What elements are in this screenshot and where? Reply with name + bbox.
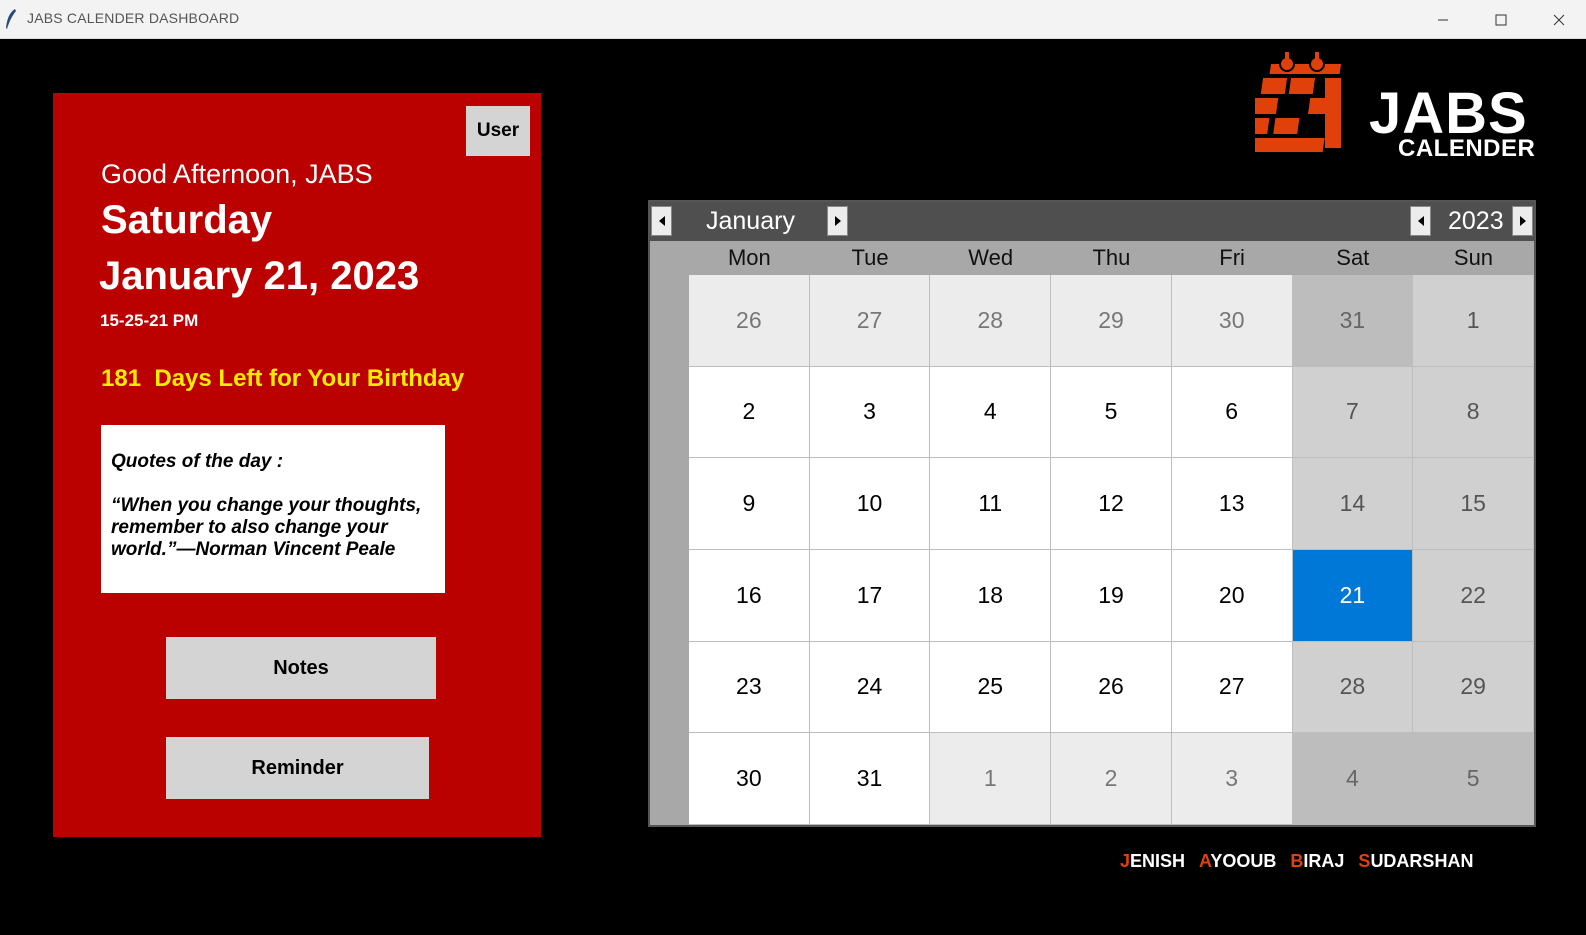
title-bar: JABS CALENDER DASHBOARD [0,0,1586,39]
day-cell[interactable]: 25 [930,641,1052,734]
day-cell[interactable]: 10 [809,458,931,550]
day-cell[interactable]: 2 [689,366,810,459]
credit-initial: S [1358,851,1371,871]
day-cell[interactable]: 22 [1413,549,1534,642]
day-cell[interactable]: 27 [809,275,931,367]
quote-box: Quotes of the day : “When you change you… [101,425,445,593]
weekday-header: Mon Tue Wed Thu Fri Sat Sun [689,241,1534,275]
day-cell[interactable]: 8 [1413,366,1534,459]
credit-initial: B [1290,851,1304,871]
next-month-button[interactable] [827,206,848,236]
day-cell[interactable]: 30 [689,733,810,825]
day-cell[interactable]: 1 [1413,275,1534,367]
maximize-button[interactable] [1472,0,1530,39]
weekday-label: Wed [968,245,1014,270]
month-label: January [706,207,795,235]
weekday-label: Fri [1219,245,1245,270]
day-cell[interactable]: 13 [1171,458,1293,550]
credit-name: BIRAJ [1290,851,1344,872]
calendar-header: January 2023 [650,202,1534,241]
day-cell[interactable]: 11 [930,458,1052,550]
day-cell[interactable]: 5 [1413,733,1534,825]
weekday-label: Sun [1453,245,1494,270]
weekday-label: Mon [727,245,771,270]
day-cell[interactable]: 27 [1171,641,1293,734]
day-cell[interactable]: 29 [1413,641,1534,734]
credit-initial: A [1199,851,1211,871]
day-cell[interactable]: 16 [689,549,810,642]
day-cell[interactable]: 26 [689,275,810,367]
day-cell[interactable]: 17 [809,549,931,642]
calendar-widget: January 2023 Mon Tue Wed Thu Fri Sat Sun… [648,200,1536,827]
day-cell[interactable]: 15 [1413,458,1534,550]
weekday-label: Thu [1092,245,1131,270]
day-cell[interactable]: 24 [809,641,931,734]
quote-title: Quotes of the day : [111,451,284,472]
next-year-button[interactable] [1512,206,1533,236]
weekday-label: Tue [851,245,889,270]
day-cell[interactable]: 14 [1292,458,1414,550]
chevron-left-icon [1417,216,1424,226]
credit-rest: YOOUB [1210,851,1277,871]
minimize-button[interactable] [1414,0,1472,39]
year-label: 2023 [1448,207,1504,235]
day-cell[interactable]: 3 [1171,733,1293,825]
info-panel: User Good Afternoon, JABS Saturday Janua… [53,93,541,837]
day-cell[interactable]: 2 [1051,733,1172,825]
prev-year-button[interactable] [1410,206,1431,236]
day-cell[interactable]: 31 [809,733,931,825]
credit-initial: J [1120,851,1131,871]
day-cell[interactable]: 18 [930,549,1052,642]
minimize-icon [1438,19,1448,20]
close-button[interactable] [1530,0,1586,39]
birthday-countdown: 181 Days Left for Your Birthday [101,365,465,392]
chevron-right-icon [834,216,841,226]
clock-time: 15-25-21 PM [100,311,199,330]
credit-rest: ENISH [1130,851,1186,871]
notes-button[interactable]: Notes [166,637,436,699]
day-cell[interactable]: 3 [809,366,931,459]
day-cell[interactable]: 28 [930,275,1052,367]
logo-subtitle: CALENDER [1398,135,1536,162]
full-date: January 21, 2023 [99,254,420,298]
day-name: Saturday [101,198,273,242]
day-cell[interactable]: 4 [930,366,1052,459]
prev-month-button[interactable] [651,206,672,236]
day-cell[interactable]: 26 [1051,641,1172,734]
day-cell[interactable]: 4 [1292,733,1414,825]
day-cell[interactable]: 9 [689,458,810,550]
credit-name: JENISH [1120,851,1185,872]
day-cell[interactable]: 19 [1051,549,1172,642]
day-cell-selected[interactable]: 21 [1292,549,1414,642]
window-title: JABS CALENDER DASHBOARD [27,10,240,26]
day-cell[interactable]: 31 [1292,275,1414,367]
day-cell[interactable]: 1 [930,733,1052,825]
greeting-text: Good Afternoon, JABS [101,159,373,189]
day-cell[interactable]: 6 [1171,366,1293,459]
credit-rest: UDARSHAN [1370,851,1474,871]
weekday-label: Sat [1336,245,1370,270]
chevron-right-icon [1519,216,1526,226]
feather-icon [6,9,16,29]
day-grid: 26 27 28 29 30 31 1 2 3 4 5 6 7 8 9 10 11 12 13 14 15 16 17 18 1… [689,275,1534,825]
chevron-left-icon [658,216,665,226]
day-cell[interactable]: 30 [1171,275,1293,367]
credit-name: AYOOUB [1199,851,1276,872]
user-button[interactable]: User [466,106,530,156]
day-cell[interactable]: 29 [1051,275,1172,367]
day-cell[interactable]: 7 [1292,366,1414,459]
day-cell[interactable]: 12 [1051,458,1172,550]
day-cell[interactable]: 20 [1171,549,1293,642]
credit-name: SUDARSHAN [1358,851,1473,872]
close-icon [1553,14,1565,25]
day-cell[interactable]: 23 [689,641,810,734]
day-cell[interactable]: 5 [1051,366,1172,459]
quote-text: “When you change your thoughts, remember… [111,495,422,560]
maximize-icon [1495,14,1507,25]
credits: JENISH AYOOUB BIRAJ SUDARSHAN [1120,851,1473,872]
day-cell[interactable]: 28 [1292,641,1414,734]
credit-rest: IRAJ [1303,851,1345,871]
reminder-button[interactable]: Reminder [166,737,429,799]
